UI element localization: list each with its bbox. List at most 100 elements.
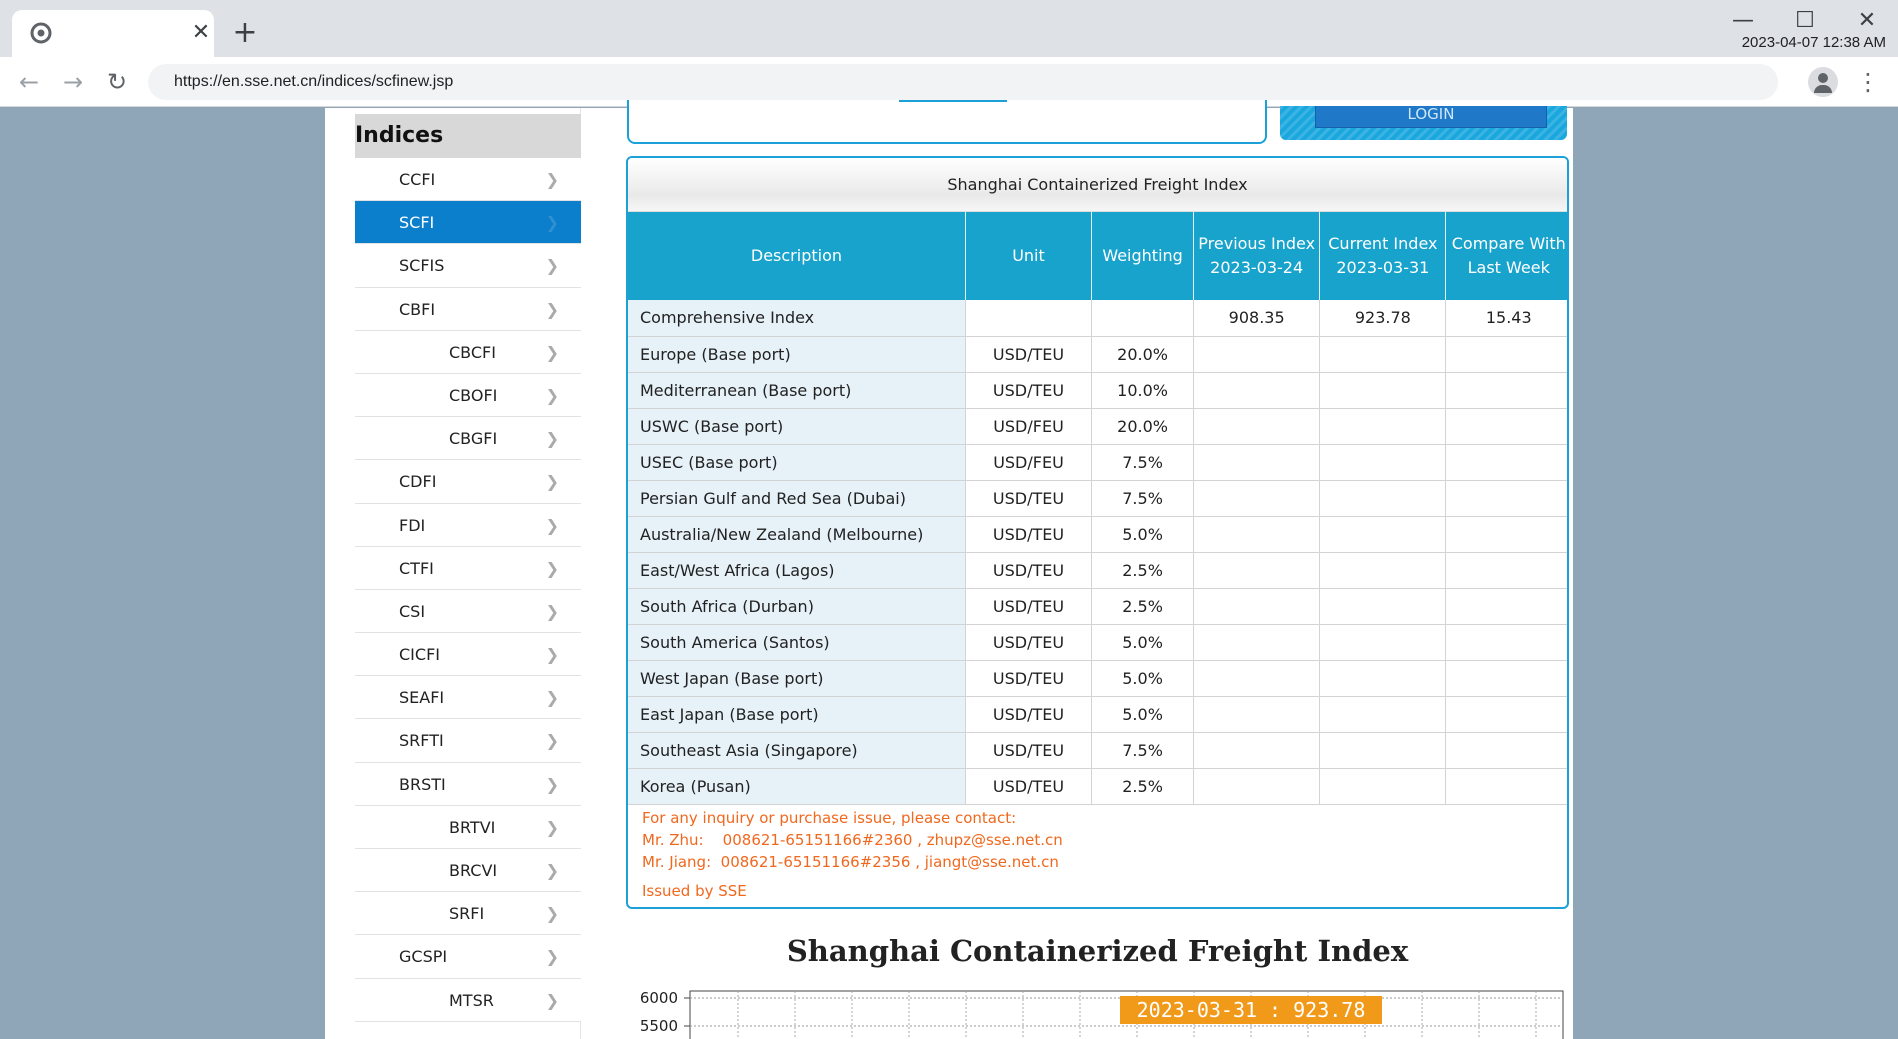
sidebar-item-label: BRCVI	[449, 861, 498, 880]
kebab-menu-icon[interactable]: ⋮	[1856, 67, 1880, 97]
column-header: Current Index 2023-03-31	[1319, 212, 1447, 300]
table-cell	[1445, 372, 1567, 409]
chevron-right-icon: ❯	[545, 515, 559, 535]
sidebar-item-label: CSI	[399, 601, 426, 621]
sidebar-item-label: SRFI	[449, 904, 485, 924]
sidebar-item-label: CBCFI	[449, 342, 496, 362]
table-cell	[1319, 588, 1447, 625]
table-cell: 20.0%	[1091, 336, 1195, 373]
forward-icon[interactable]: →	[58, 67, 88, 97]
table-cell	[1319, 408, 1447, 445]
browser-tab[interactable]: ✕	[12, 10, 214, 57]
chevron-right-icon: ❯	[545, 170, 559, 189]
table-cell: 5.0%	[1091, 660, 1195, 697]
y-tick-label: 5500	[640, 1017, 678, 1035]
sidebar-item-cbcfi[interactable]: CBCFI ❯	[355, 330, 581, 374]
table-body: Comprehensive Index 908.35 923.78 15.43 Euro…	[628, 300, 1567, 805]
table-cell: USD/TEU	[965, 768, 1093, 805]
table-cell: USD/TEU	[965, 552, 1093, 589]
table-cell	[1445, 480, 1567, 517]
table-cell: USD/TEU	[965, 660, 1093, 697]
sidebar-item-cdfi[interactable]: CDFI ❯	[355, 460, 581, 504]
sidebar-item-srfti[interactable]: SRFTI ❯	[355, 719, 581, 763]
window-close-icon[interactable]: ✕	[1852, 8, 1882, 34]
sidebar-item-brtvi[interactable]: BRTVI ❯	[355, 805, 581, 849]
table-cell	[1193, 696, 1321, 733]
table-cell	[1193, 588, 1321, 625]
table-cell	[1445, 588, 1567, 625]
sidebar-item-csi[interactable]: CSI ❯	[355, 589, 581, 634]
sidebar-item-fdi[interactable]: FDI ❯	[355, 503, 581, 547]
table-cell: 5.0%	[1091, 696, 1195, 733]
sidebar-list: CCFI ❯ SCFI ❯ SCFIS ❯ CBFI ❯ CBCFI ❯ CBOFI ❯ CBGFI ❯ C…	[355, 158, 581, 1022]
close-tab-icon[interactable]: ✕	[188, 20, 214, 46]
sidebar-item-label: SEAFI	[399, 688, 445, 708]
sidebar-item-gcspi[interactable]: GCSPI ❯	[355, 935, 581, 979]
chevron-right-icon: ❯	[545, 861, 559, 880]
sidebar-item-label: SCFIS	[399, 256, 445, 276]
sidebar-item-label: MTSR	[449, 990, 494, 1010]
table-cell: USD/TEU	[965, 372, 1093, 409]
sidebar-item-brcvi[interactable]: BRCVI ❯	[355, 849, 581, 893]
table-cell: USD/TEU	[965, 588, 1093, 625]
sidebar-item-cbofi[interactable]: CBOFI ❯	[355, 373, 581, 418]
table-cell: USD/TEU	[965, 624, 1093, 661]
table-cell: 10.0%	[1091, 372, 1195, 409]
chevron-right-icon: ❯	[545, 688, 559, 708]
row-description: Comprehensive Index	[628, 300, 966, 337]
chevron-right-icon: ❯	[545, 645, 559, 665]
chevron-right-icon: ❯	[545, 947, 559, 967]
chevron-right-icon: ❯	[545, 731, 559, 751]
sidebar-item-ctfi[interactable]: CTFI ❯	[355, 546, 581, 590]
table-cell	[1319, 660, 1447, 697]
login-panel: LOGIN	[1280, 106, 1567, 140]
table-cell	[1445, 660, 1567, 697]
table-cell	[1319, 372, 1447, 409]
chevron-right-icon: ❯	[545, 472, 559, 492]
row-description: South America (Santos)	[628, 624, 966, 661]
sidebar-item-cbgfi[interactable]: CBGFI ❯	[355, 417, 581, 461]
minimize-icon[interactable]: —	[1728, 8, 1758, 34]
chart-tooltip-text: 2023-03-31 : 923.78	[1137, 998, 1366, 1022]
sidebar-item-mtsr[interactable]: MTSR ❯	[355, 978, 581, 1022]
login-input-underline[interactable]	[899, 100, 1007, 102]
new-tab-icon[interactable]: +	[230, 18, 260, 48]
profile-icon[interactable]	[1808, 67, 1838, 97]
login-button[interactable]: LOGIN	[1315, 106, 1547, 128]
chevron-right-icon: ❯	[545, 213, 559, 233]
sidebar-item-label: GCSPI	[399, 947, 448, 967]
table-cell	[1319, 444, 1447, 481]
address-bar[interactable]: https://en.sse.net.cn/indices/scfinew.js…	[148, 64, 1778, 100]
reload-icon[interactable]: ↻	[102, 67, 132, 97]
table-cell	[1193, 732, 1321, 769]
table-cell: 923.78	[1319, 300, 1447, 337]
table-cell	[1319, 516, 1447, 553]
chevron-right-icon: ❯	[545, 990, 559, 1010]
back-icon[interactable]: ←	[14, 67, 44, 97]
table-cell: USD/FEU	[965, 444, 1093, 481]
tab-strip: ✕ + — ☐ ✕ 2023-04-07 12:38 AM	[0, 0, 1898, 57]
sidebar-item-srfi[interactable]: SRFI ❯	[355, 892, 581, 936]
sidebar-item-label: CDFI	[399, 472, 437, 492]
sidebar-item-scfis[interactable]: SCFIS ❯	[355, 244, 581, 288]
chevron-right-icon: ❯	[545, 817, 559, 837]
maximize-icon[interactable]: ☐	[1790, 8, 1820, 34]
sidebar-item-ccfi[interactable]: CCFI ❯	[355, 158, 581, 202]
table-title: Shanghai Containerized Freight Index	[628, 158, 1567, 212]
sidebar-item-scfi[interactable]: SCFI ❯	[355, 201, 581, 245]
index-table-box: Shanghai Containerized Freight Index Des…	[626, 156, 1569, 909]
table-cell	[1193, 624, 1321, 661]
table-cell: 7.5%	[1091, 444, 1195, 481]
table-row: USEC (Base port) USD/FEU 7.5%	[628, 444, 1567, 481]
sidebar-item-brsti[interactable]: BRSTI ❯	[355, 762, 581, 806]
chevron-right-icon: ❯	[545, 256, 559, 276]
table-row: South Africa (Durban) USD/TEU 2.5%	[628, 588, 1567, 625]
table-cell: USD/TEU	[965, 480, 1093, 517]
sidebar-item-cicfi[interactable]: CICFI ❯	[355, 633, 581, 677]
table-cell	[1445, 444, 1567, 481]
row-description: USEC (Base port)	[628, 444, 966, 481]
sidebar-item-seafi[interactable]: SEAFI ❯	[355, 676, 581, 720]
table-cell	[1445, 732, 1567, 769]
table-cell	[965, 300, 1093, 337]
sidebar-item-cbfi[interactable]: CBFI ❯	[355, 287, 581, 331]
